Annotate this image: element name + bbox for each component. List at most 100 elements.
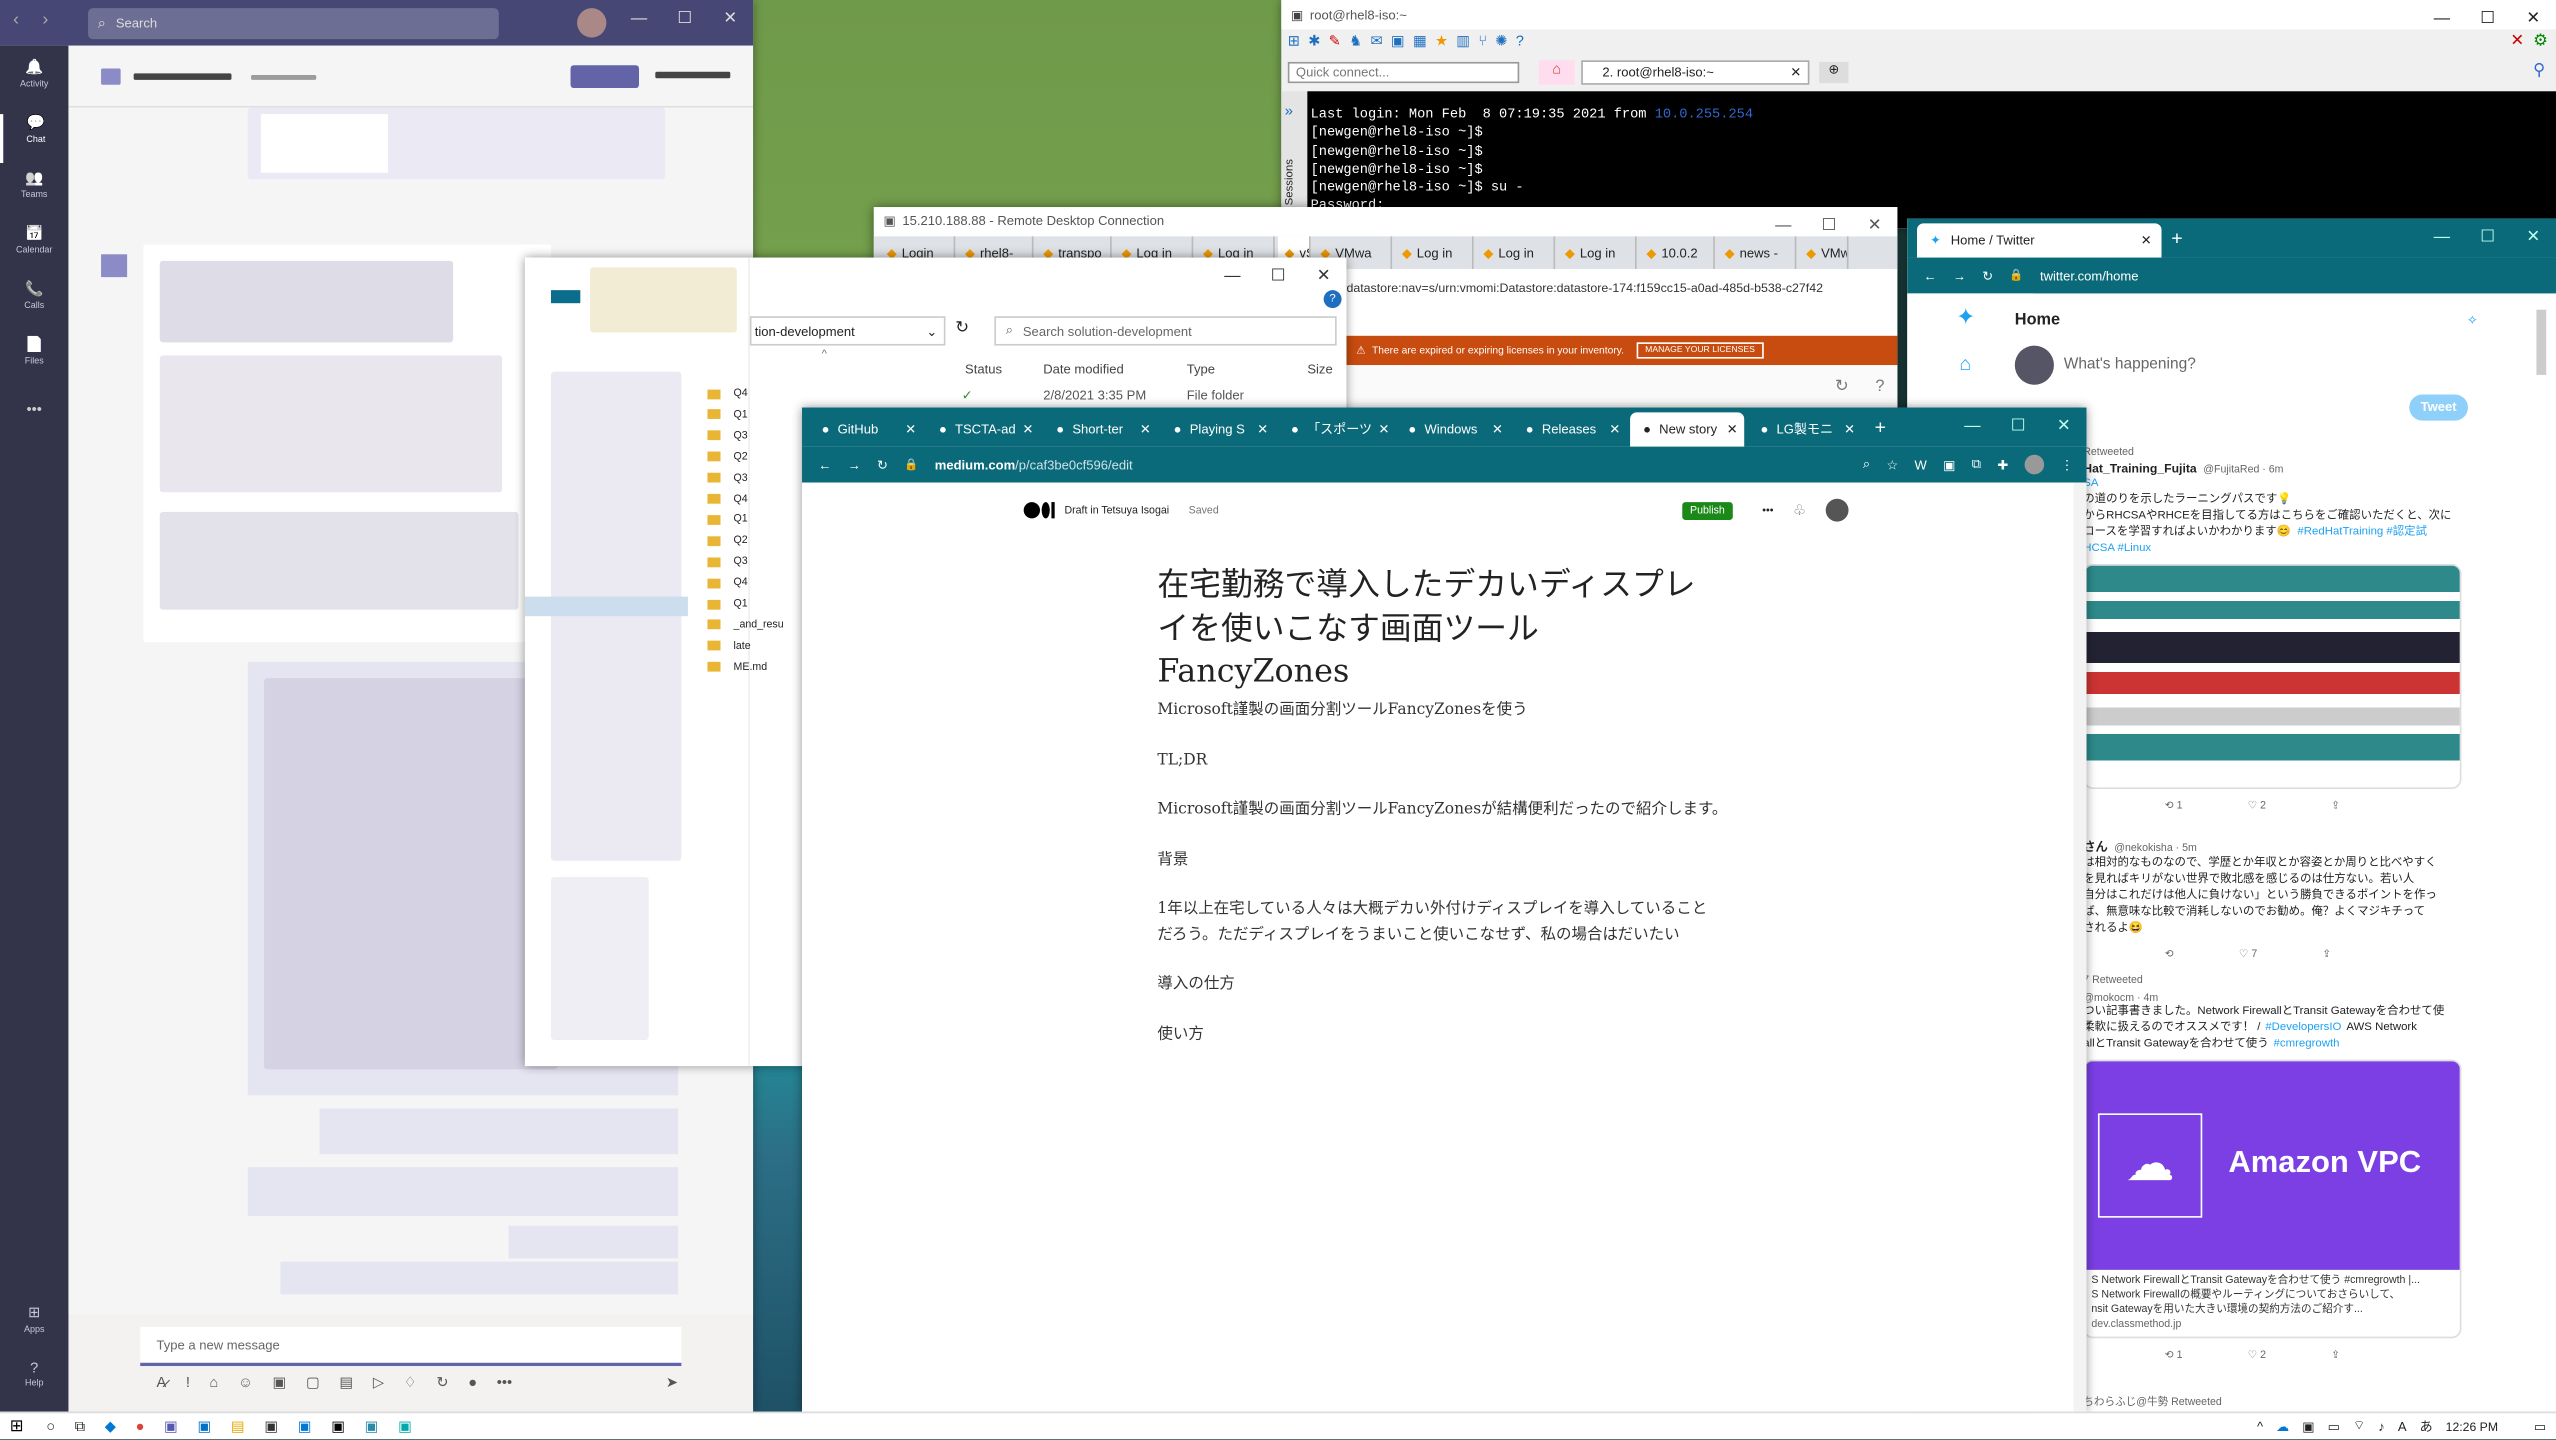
emoji-icon[interactable]: ☺	[238, 1374, 253, 1397]
rdp-tab[interactable]: ◆ Log in	[1558, 236, 1637, 269]
manage-licenses-button[interactable]: MANAGE YOUR LICENSES	[1637, 342, 1764, 359]
tweet-compose-input[interactable]: What's happening?	[2064, 355, 2196, 373]
medium-logo-icon[interactable]	[1023, 502, 1055, 519]
rdp-tab[interactable]: ◆ Log in	[1477, 236, 1556, 269]
github-icon[interactable]: ●	[468, 1374, 477, 1397]
attachment-icon[interactable]: ⚲	[2533, 62, 2545, 80]
ime-icon[interactable]: A	[2398, 1419, 2407, 1434]
battery-icon[interactable]: ▭	[2328, 1419, 2340, 1434]
outlook-icon[interactable]: ▣	[197, 1417, 211, 1435]
rail-item-help[interactable]: ? Help	[0, 1360, 68, 1389]
close-tab-icon[interactable]: ✕	[1016, 422, 1040, 437]
powertoys-icon[interactable]: ▣	[398, 1417, 412, 1435]
tweet-author[interactable]: Hat_Training_Fujita	[2083, 461, 2196, 476]
tweet[interactable]: 7 Retweeted @mokocm · 4m つい記事書きました。Network…	[2083, 975, 2474, 1361]
view-icon[interactable]: ▣	[1391, 33, 1405, 56]
file-row[interactable]: Q2	[707, 535, 748, 547]
session-tab[interactable]: 2. root@rhel8-iso:~ ✕	[1581, 60, 1810, 85]
split-icon[interactable]: ▦	[1413, 33, 1427, 56]
rail-item-chat[interactable]: 💬 Chat	[0, 114, 68, 164]
loop-icon[interactable]: ↻	[436, 1374, 448, 1397]
maximize-icon[interactable]: ☐	[662, 0, 708, 36]
rdp-tab[interactable]: ◆ Log in	[1395, 236, 1474, 269]
reload-icon[interactable]: ↻	[1982, 268, 1993, 283]
publish-button[interactable]: Publish	[1681, 501, 1733, 520]
close-tab-icon[interactable]: ✕	[1790, 65, 1807, 80]
retweet-icon[interactable]: ⟲	[2165, 947, 2174, 960]
minimize-icon[interactable]: —	[1950, 408, 1996, 444]
tunneling-icon[interactable]: ▥	[1456, 33, 1470, 56]
explorer-icon[interactable]: ▤	[231, 1417, 245, 1435]
hashtags[interactable]: #RedHatTraining #認定試	[2297, 527, 2427, 538]
story-paragraph[interactable]: Microsoft謹製の画面分割ツールFancyZonesが結構便利だったので紹…	[1157, 797, 1728, 822]
extension-icon[interactable]: ▣	[1943, 457, 1955, 472]
minimize-icon[interactable]: —	[1210, 258, 1256, 294]
sparkle-icon[interactable]: ✧	[2467, 312, 2478, 327]
forward-arrow-icon[interactable]: ›	[42, 10, 48, 30]
share-icon[interactable]: ⇪	[2331, 1348, 2340, 1361]
url-text[interactable]: twitter.com/home	[2040, 268, 2139, 283]
story-paragraph[interactable]: TL;DR	[1157, 747, 1728, 772]
tweet-author[interactable]: さん	[2083, 840, 2107, 855]
close-icon[interactable]: ✕	[707, 0, 753, 36]
expand-chevron-icon[interactable]: »	[1285, 104, 1294, 122]
notification-icon[interactable]: ▭	[2534, 1419, 2546, 1434]
selected-folder[interactable]	[524, 596, 688, 617]
games-icon[interactable]: ♞	[1349, 33, 1362, 56]
rail-item-apps[interactable]: ⊞ Apps	[0, 1304, 68, 1335]
story-body[interactable]: Microsoft謹製の画面分割ツールFancyZonesを使う TL;DR Mic…	[1157, 698, 1728, 1047]
story-paragraph[interactable]: Microsoft謹製の画面分割ツールFancyZonesを使う	[1157, 698, 1728, 723]
close-tab-icon[interactable]: ✕	[1133, 422, 1157, 437]
tweet-button[interactable]: Tweet	[2409, 394, 2468, 421]
clock[interactable]: 12:26 PM	[2446, 1419, 2498, 1434]
rdp-tab[interactable]: ◆ 10.0.2	[1640, 236, 1715, 269]
more-options-button[interactable]: •••	[1762, 505, 1773, 516]
browser-tab[interactable]: ● Releases ✕	[1513, 412, 1627, 446]
multiexec-icon[interactable]: ★	[1435, 33, 1448, 56]
chrome-icon[interactable]: ●	[136, 1418, 145, 1434]
browser-tab[interactable]: ● Short-ter ✕	[1043, 412, 1157, 446]
minimize-icon[interactable]: —	[616, 0, 662, 36]
twitter-logo-icon[interactable]: ✦	[1956, 303, 1975, 331]
meet-icon[interactable]: ▤	[339, 1374, 353, 1397]
rdp-url[interactable]: datastore:nav=s/urn:vmomi:Datastore:data…	[1346, 280, 1884, 295]
translate-icon[interactable]: ⧉	[1972, 456, 1981, 472]
praise-icon[interactable]: ♢	[404, 1374, 417, 1397]
new-tab-icon[interactable]: ⊕	[1819, 61, 1849, 84]
settings-green-icon[interactable]: ⚙	[2533, 33, 2548, 51]
maximize-icon[interactable]: ☐	[2465, 0, 2511, 36]
send-icon[interactable]: ➤	[666, 1374, 678, 1397]
story-paragraph[interactable]: 導入の仕方	[1157, 972, 1728, 997]
back-icon[interactable]: ←	[818, 457, 831, 472]
scrollbar[interactable]	[2536, 309, 2547, 375]
close-tab-icon[interactable]: ✕	[1720, 422, 1744, 437]
chevron-down-icon[interactable]: ⌄	[926, 324, 943, 339]
close-tab-icon[interactable]: ✕	[2141, 233, 2162, 248]
close-tab-icon[interactable]: ✕	[1838, 422, 1862, 437]
close-tab-icon[interactable]: ✕	[1603, 422, 1627, 437]
file-row[interactable]: Q4	[707, 577, 748, 589]
file-row[interactable]: Q3	[707, 556, 748, 568]
teams-search-input[interactable]: ⌕ Search	[88, 8, 499, 40]
rdp-icon[interactable]: ▣	[298, 1417, 312, 1435]
tools-icon[interactable]: ✎	[1329, 33, 1341, 56]
minimize-icon[interactable]: —	[2419, 218, 2465, 254]
home-tab-icon[interactable]: ⌂	[1538, 60, 1575, 85]
close-red-icon[interactable]: ✕	[2510, 33, 2524, 51]
learning-path-image[interactable]	[2083, 564, 2462, 789]
rail-item-calls[interactable]: 📞 Calls	[0, 280, 68, 329]
file-row[interactable]: ME.md	[707, 661, 767, 673]
refresh-icon[interactable]: ↻	[1835, 378, 1849, 396]
file-row[interactable]: Q4	[707, 493, 748, 505]
column-header[interactable]: Status	[965, 362, 1002, 377]
like-icon[interactable]: ♡ 2	[2248, 1348, 2266, 1361]
close-tab-icon[interactable]: ✕	[899, 422, 923, 437]
first-row[interactable]: ✓ 2/8/2021 3:35 PM File folder	[952, 388, 1346, 408]
explorer-search-input[interactable]: ⌕ Search solution-development	[994, 316, 1337, 346]
teams-icon[interactable]: ▣	[164, 1417, 178, 1435]
word-extension-icon[interactable]: W	[1914, 457, 1926, 472]
rdp-tab[interactable]: ◆ VMw	[1800, 236, 1849, 269]
like-icon[interactable]: ♡ 7	[2239, 947, 2257, 960]
volume-icon[interactable]: ♪	[2378, 1419, 2385, 1434]
rail-item-activity[interactable]: 🔔 Activity	[0, 59, 68, 108]
